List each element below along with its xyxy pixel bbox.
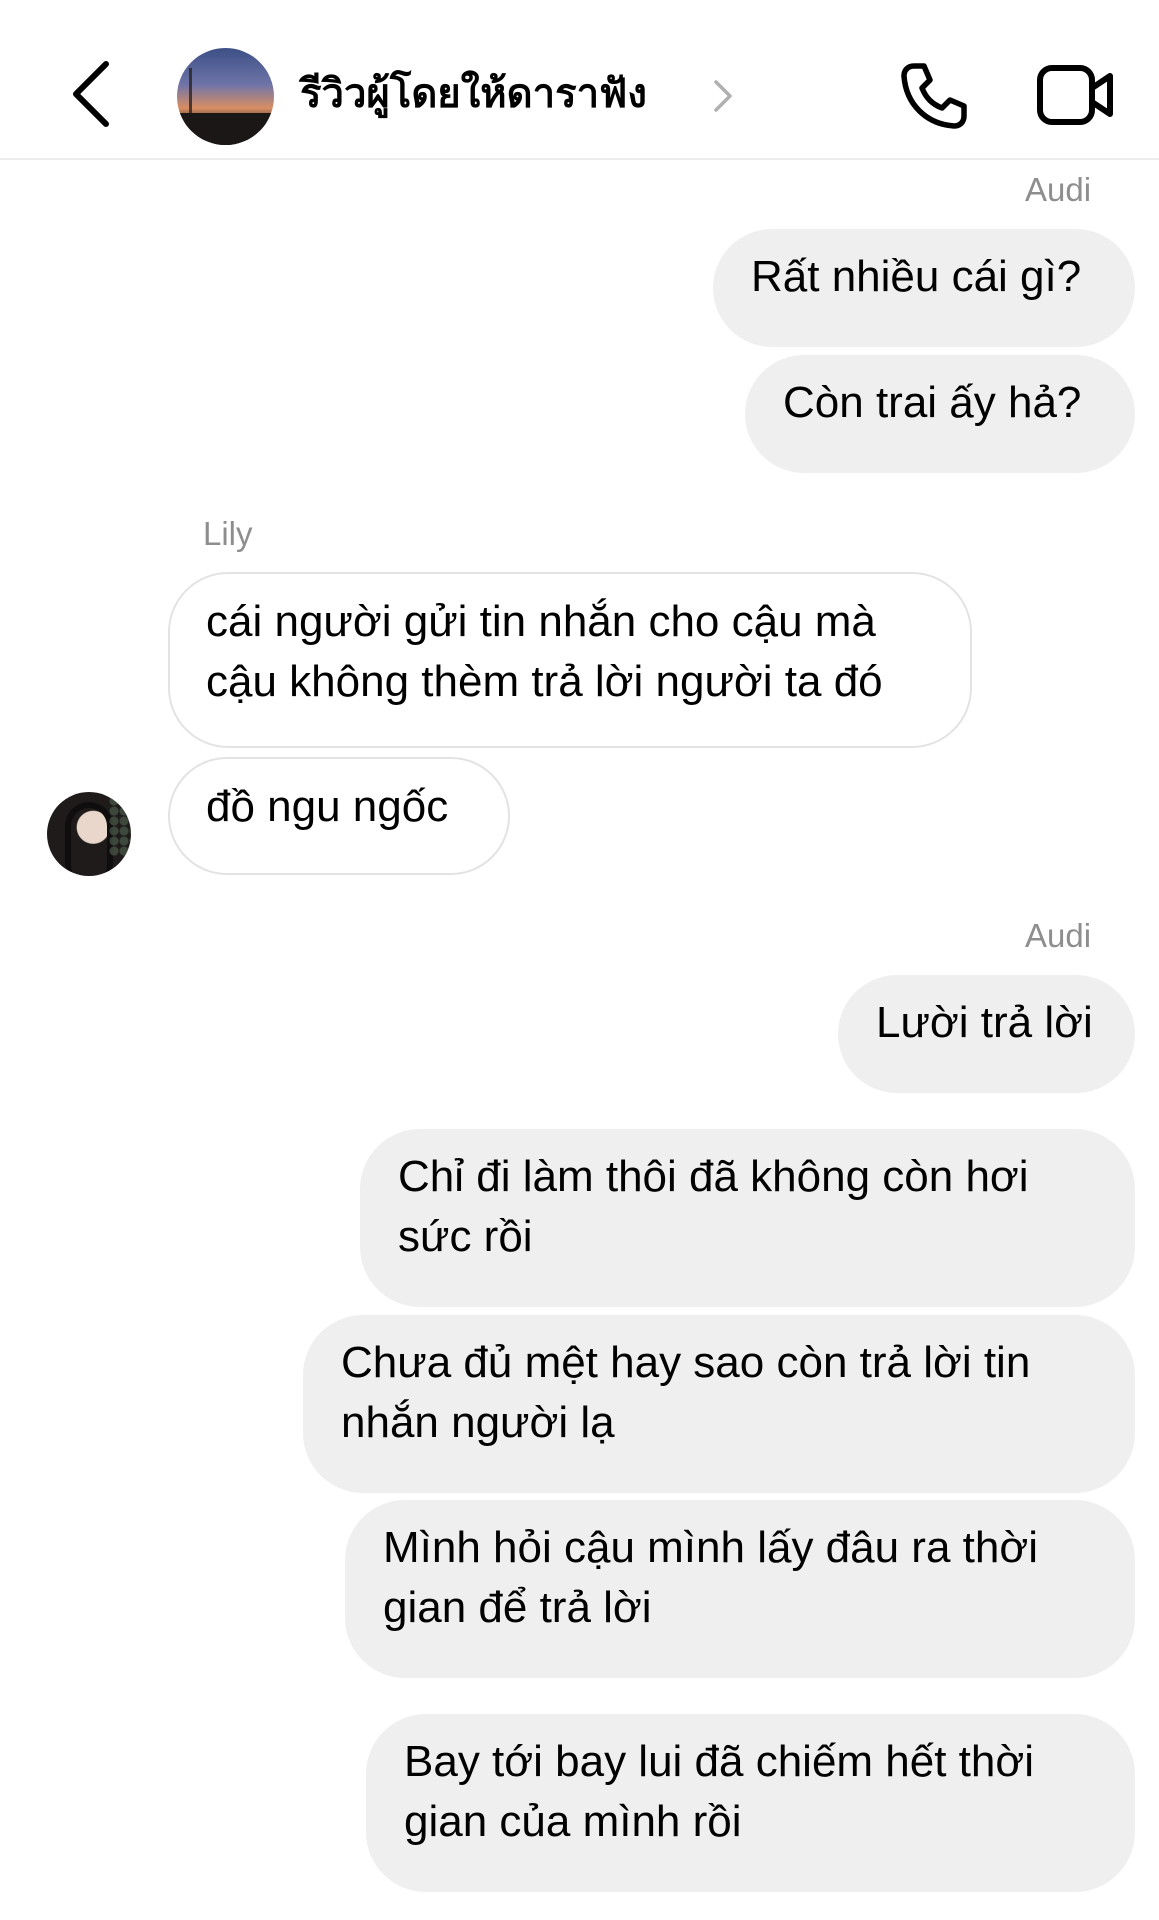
- chat-title[interactable]: รีวิวผู้โดยให้ดาราฟัง: [300, 64, 647, 124]
- back-button[interactable]: [62, 58, 122, 130]
- message-bubble-outgoing[interactable]: Chỉ đi làm thôi đã không còn hơi sức rồi: [360, 1129, 1135, 1307]
- video-call-button[interactable]: [1036, 62, 1116, 128]
- sender-name-audi: Audi: [1025, 917, 1092, 954]
- avatar-leaves-decoration: [109, 796, 131, 856]
- message-bubble-incoming[interactable]: đồ ngu ngốc: [168, 757, 510, 875]
- message-bubble-outgoing[interactable]: Mình hỏi cậu mình lấy đâu ra thời gian đ…: [345, 1500, 1135, 1678]
- sender-name-audi: Audi: [1025, 171, 1092, 208]
- video-camera-icon[interactable]: [1036, 62, 1116, 128]
- message-bubble-outgoing[interactable]: Bay tới bay lui đã chiếm hết thời gian c…: [366, 1714, 1135, 1892]
- message-bubble-outgoing[interactable]: Chưa đủ mệt hay sao còn trả lời tin nhắn…: [303, 1315, 1135, 1493]
- message-bubble-outgoing[interactable]: Lười trả lời: [838, 975, 1135, 1093]
- sender-name-lily: Lily: [203, 515, 253, 552]
- audio-call-button[interactable]: [898, 60, 970, 132]
- chevron-right-icon[interactable]: [712, 78, 734, 114]
- chat-header: รีวิวผู้โดยให้ดาราฟัง: [0, 0, 1159, 160]
- phone-icon[interactable]: [898, 60, 970, 132]
- group-avatar[interactable]: [177, 48, 274, 145]
- contact-avatar-lily[interactable]: [47, 792, 131, 876]
- avatar-ground-decoration: [177, 113, 274, 145]
- avatar-hair-decoration: [65, 802, 113, 872]
- message-bubble-outgoing[interactable]: Còn trai ấy hả?: [745, 355, 1135, 473]
- chevron-left-icon[interactable]: [62, 58, 122, 130]
- message-bubble-incoming[interactable]: cái người gửi tin nhắn cho cậu mà cậu kh…: [168, 572, 972, 748]
- message-bubble-outgoing[interactable]: Rất nhiều cái gì?: [713, 229, 1135, 347]
